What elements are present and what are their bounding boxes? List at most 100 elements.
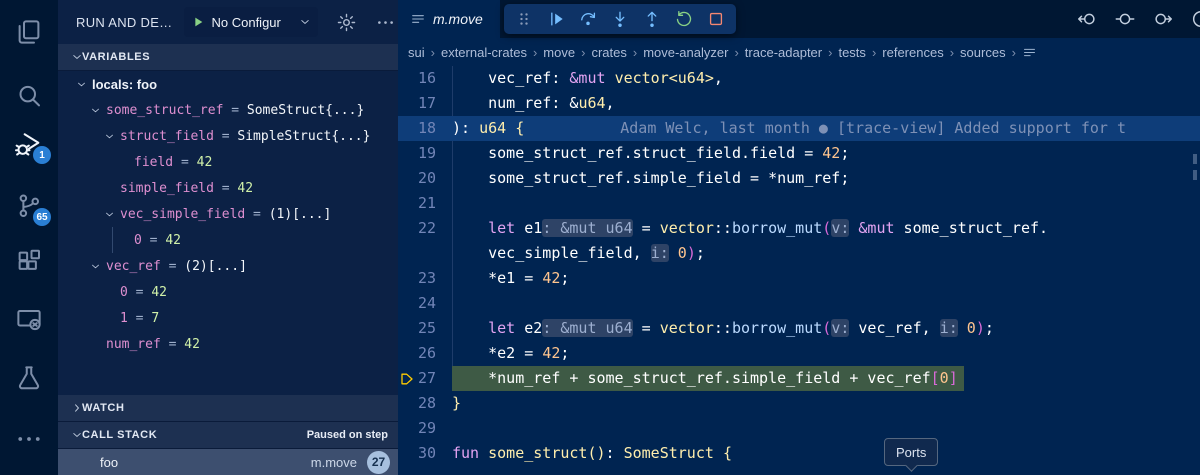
code-text: num_ref: &u64, (452, 91, 615, 116)
gutter[interactable]: 26 (398, 341, 452, 366)
gutter[interactable]: 25 (398, 316, 452, 341)
activity-remote-explorer[interactable] (14, 305, 44, 335)
debug-continue-button[interactable] (540, 4, 572, 34)
code-line-21[interactable]: 21 (398, 191, 1200, 216)
code-line-26[interactable]: 26 *e2 = 42; (398, 341, 1200, 366)
activity-explorer[interactable] (14, 17, 44, 47)
activity-search[interactable] (14, 81, 44, 111)
listfile-icon (410, 11, 426, 27)
call-stack-section-label: CALL STACK (82, 429, 157, 441)
code-text: *num_ref + some_struct_ref.simple_field … (452, 366, 964, 391)
activity-run-and-debug[interactable]: 1 (14, 129, 44, 159)
code-text: let e1: &mut u64 = vector::borrow_mut(v:… (452, 216, 1048, 241)
variable-row[interactable]: 0 = 42 (58, 227, 398, 253)
breadcrumb-item-references[interactable]: references (882, 45, 943, 60)
breadcrumb-item-external-crates[interactable]: external-crates (441, 45, 527, 60)
variable-row[interactable]: simple_field = 42 (58, 175, 398, 201)
breadcrumb-item-sources[interactable]: sources (960, 45, 1006, 60)
debug-stop-button[interactable] (700, 4, 732, 34)
variable-row[interactable]: vec_ref = (2)[...] (58, 253, 398, 279)
code-line-18[interactable]: 18): u64 {Adam Welc, last month ● [trace… (398, 116, 1200, 141)
launch-config-dropdown[interactable]: No Configur (184, 7, 318, 37)
gutter[interactable]: 27 (398, 366, 452, 391)
vscode-window: 1 65 RUN AND DE… No Configur VARIABLES lo… (0, 0, 1200, 475)
breadcrumb-item-tests[interactable]: tests (838, 45, 865, 60)
gutter[interactable]: 21 (398, 191, 452, 216)
watch-section-label: WATCH (82, 402, 125, 414)
code-line-22[interactable]: 22 let e1: &mut u64 = vector::borrow_mut… (398, 216, 1200, 241)
code-line-27[interactable]: 27 *num_ref + some_struct_ref.simple_fie… (398, 366, 1200, 391)
trace-nav-partial-button[interactable] (1190, 8, 1200, 30)
variables-section-header[interactable]: VARIABLES (58, 44, 398, 71)
code-line-25[interactable]: 25 let e2: &mut u64 = vector::borrow_mut… (398, 316, 1200, 341)
variable-row[interactable]: field = 42 (58, 149, 398, 175)
line-number: 28 (418, 394, 436, 412)
stack-frame-row[interactable]: foo m.move 27 (58, 449, 398, 475)
code-line-20[interactable]: 20 some_struct_ref.simple_field = *num_r… (398, 166, 1200, 191)
gutter[interactable]: 30 (398, 441, 452, 466)
debug-step-into-button[interactable] (604, 4, 636, 34)
play-icon (190, 14, 206, 30)
breadcrumb-item-move[interactable]: move (543, 45, 575, 60)
code-line-30[interactable]: 30fun some_struct(): SomeStruct { (398, 441, 1200, 466)
gear-icon[interactable] (336, 12, 357, 33)
gutter[interactable]: 20 (398, 166, 452, 191)
variable-row[interactable]: 0 = 42 (58, 279, 398, 305)
variable-row[interactable]: num_ref = 42 (58, 331, 398, 357)
gutter[interactable]: 29 (398, 416, 452, 441)
activity-additional-views[interactable] (14, 424, 44, 454)
code-line-23[interactable]: 23 *e1 = 42; (398, 266, 1200, 291)
file-icon (410, 11, 426, 27)
more-actions-icon[interactable] (375, 12, 396, 33)
line-number: 30 (418, 444, 436, 462)
debug-step-over-button[interactable] (572, 4, 604, 34)
trace-nav-back-button[interactable] (1076, 8, 1098, 30)
breadcrumb-item-crates[interactable]: crates (591, 45, 626, 60)
start-debug-icon[interactable] (190, 14, 206, 30)
debug-step-out-button[interactable] (636, 4, 668, 34)
breadcrumb-separator: › (872, 45, 876, 60)
breadcrumb-item-move-analyzer[interactable]: move-analyzer (643, 45, 728, 60)
line-number: 29 (418, 419, 436, 437)
chev-down-icon (103, 130, 116, 143)
code-line-wrap[interactable]: vec_simple_field, i: 0); (398, 241, 1200, 266)
code-line-17[interactable]: 17 num_ref: &u64, (398, 91, 1200, 116)
equals: = (245, 207, 268, 222)
gutter[interactable]: 17 (398, 91, 452, 116)
tab-m-move[interactable]: m.move (398, 0, 500, 38)
variable-value: 42 (184, 337, 200, 352)
code-line-19[interactable]: 19 some_struct_ref.struct_field.field = … (398, 141, 1200, 166)
variable-row[interactable]: 1 = 7 (58, 305, 398, 331)
sidebar-title: RUN AND DE… (76, 15, 172, 30)
gutter[interactable]: 19 (398, 141, 452, 166)
activity-source-control[interactable]: 65 (14, 191, 44, 221)
gutter[interactable]: 23 (398, 266, 452, 291)
gutter[interactable]: 28 (398, 391, 452, 416)
debug-restart-button[interactable] (668, 4, 700, 34)
gutter[interactable]: 16 (398, 66, 452, 91)
activity-testing[interactable] (14, 363, 44, 393)
trace-nav-forward-button[interactable] (1152, 8, 1174, 30)
variable-row[interactable]: vec_simple_field = (1)[...] (58, 201, 398, 227)
breadcrumb-item-sui[interactable]: sui (408, 45, 425, 60)
code-line-16[interactable]: 16 vec_ref: &mut vector<u64>, (398, 66, 1200, 91)
gutter[interactable]: 24 (398, 291, 452, 316)
code-line-28[interactable]: 28} (398, 391, 1200, 416)
code-text: some_struct_ref.simple_field = *num_ref; (452, 166, 849, 191)
indent-guide (452, 191, 453, 216)
code-line-24[interactable]: 24 (398, 291, 1200, 316)
trace-nav-dash-button[interactable] (1114, 8, 1136, 30)
breadcrumb-item-trace-adapter[interactable]: trace-adapter (745, 45, 822, 60)
equals: = (128, 285, 151, 300)
call-stack-section-header[interactable]: CALL STACK Paused on step (58, 422, 398, 449)
gutter[interactable] (398, 241, 452, 266)
activity-extensions[interactable] (14, 247, 44, 277)
variable-row[interactable]: some_struct_ref = SomeStruct{...} (58, 97, 398, 123)
gutter[interactable]: 18 (398, 116, 452, 141)
debug-drag-handle-button[interactable] (508, 4, 540, 34)
watch-section-header[interactable]: WATCH (58, 395, 398, 422)
variables-scope-row[interactable]: locals: foo (58, 71, 398, 97)
variable-row[interactable]: struct_field = SimpleStruct{...} (58, 123, 398, 149)
code-line-29[interactable]: 29 (398, 416, 1200, 441)
gutter[interactable]: 22 (398, 216, 452, 241)
